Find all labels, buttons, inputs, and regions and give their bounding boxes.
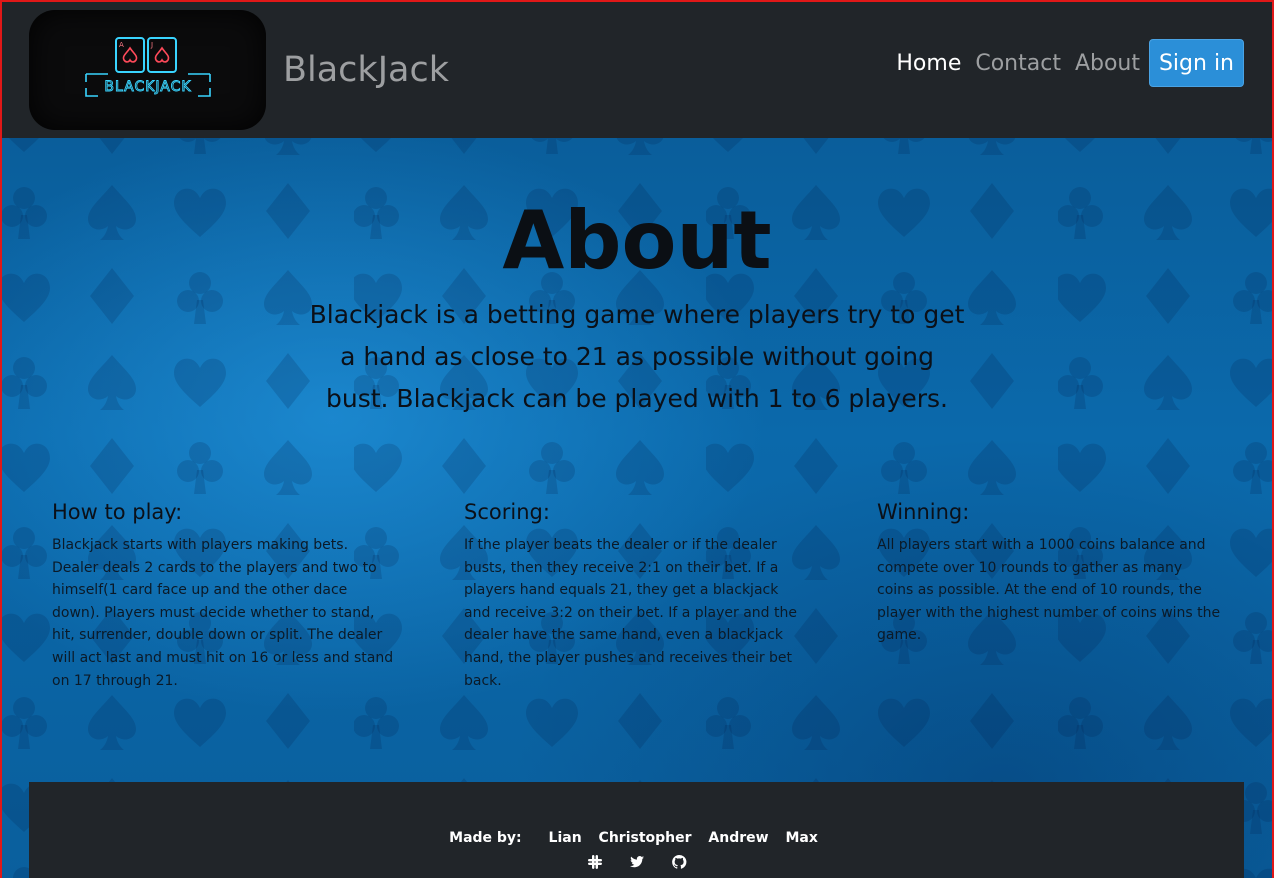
section-body: If the player beats the dealer or if the… — [464, 537, 797, 689]
svg-text:J: J — [150, 41, 153, 49]
section-body: All players start with a 1000 coins bala… — [877, 537, 1221, 644]
section-heading: How to play: — [52, 500, 183, 524]
svg-text:BLACKJACK: BLACKJACK — [104, 79, 191, 95]
author-name: Andrew — [708, 830, 769, 846]
winning-section: Winning: All players start with a 1000 c… — [877, 500, 1222, 647]
footer: Made by: Lian Christopher Andrew Max — [29, 782, 1244, 878]
github-icon[interactable] — [671, 854, 687, 870]
navbar: A J BLACKJACK BlackJack Home Contact Abo… — [2, 2, 1272, 138]
made-by-label: Made by: — [449, 830, 522, 846]
nav-link-home[interactable]: Home — [889, 51, 968, 76]
hero-description: Blackjack is a betting game where player… — [309, 300, 965, 413]
author-name: Lian — [548, 830, 582, 846]
section-heading: Scoring: — [464, 500, 550, 524]
blackjack-logo[interactable]: A J BLACKJACK — [29, 10, 266, 130]
nav-link-about[interactable]: About — [1068, 51, 1147, 76]
svg-text:A: A — [119, 41, 124, 49]
how-to-play-section: How to play: Blackjack starts with playe… — [52, 500, 397, 692]
author-name: Christopher — [598, 830, 692, 846]
neon-cards-logo-icon: A J BLACKJACK — [84, 37, 211, 97]
made-by-credits: Made by: Lian Christopher Andrew Max — [29, 830, 1244, 846]
brand-title[interactable]: BlackJack — [283, 50, 449, 90]
page-title: About — [502, 194, 772, 287]
section-heading: Winning: — [877, 500, 970, 524]
social-icons — [29, 854, 1244, 870]
slack-icon[interactable] — [587, 854, 603, 870]
nav-link-contact[interactable]: Contact — [968, 51, 1068, 76]
section-body: Blackjack starts with players making bet… — [52, 537, 394, 689]
scoring-section: Scoring: If the player beats the dealer … — [464, 500, 809, 692]
twitter-icon[interactable] — [629, 854, 645, 870]
about-hero: About Blackjack is a betting game where … — [2, 138, 1272, 878]
nav-links: Home Contact About Sign in — [889, 39, 1244, 87]
sign-in-button[interactable]: Sign in — [1149, 39, 1244, 87]
author-name: Max — [785, 830, 818, 846]
